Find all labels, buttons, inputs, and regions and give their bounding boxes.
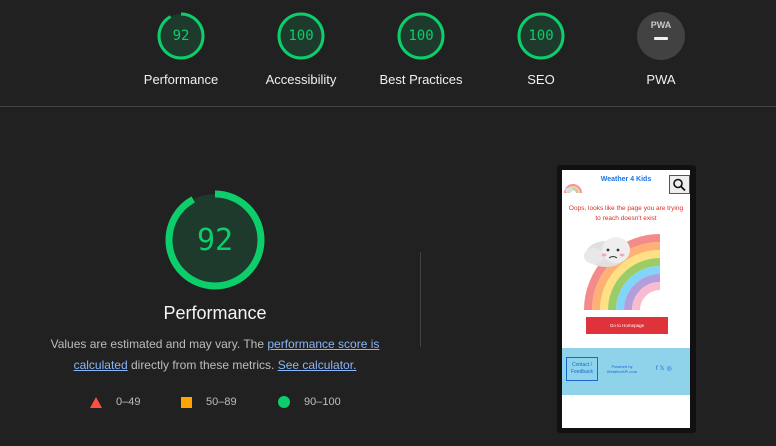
gauge-label-best-practices[interactable]: Best Practices — [361, 72, 481, 87]
gauge-label-seo[interactable]: SEO — [481, 72, 601, 87]
site-title: Weather 4 Kids — [600, 176, 652, 183]
instagram-icon: ◎ — [666, 366, 674, 372]
screenshot-page: Weather 4 Kids Oops, looks like the page… — [562, 170, 690, 428]
powered-by-text: Powered by WeatherAPI.com — [606, 364, 638, 374]
performance-title: Performance — [163, 303, 267, 323]
legend-average-label: 50–89 — [206, 396, 237, 408]
social-links: f𝕏◎ — [656, 365, 674, 372]
legend-pass-label: 90–100 — [304, 396, 341, 408]
search-icon — [673, 178, 686, 192]
best-practices-gauge[interactable]: 100 — [396, 11, 446, 61]
gauge-score: 100 — [528, 28, 554, 44]
screenshot-footer: Contact / Feedback Powered by WeatherAPI… — [562, 348, 690, 395]
sad-cloud-rainbow-illustration — [584, 234, 661, 310]
gauge-score: 92 — [172, 28, 190, 44]
legend-fail-label: 0–49 — [116, 396, 141, 408]
performance-gauge[interactable]: 92 — [156, 11, 206, 61]
gauge-score: 100 — [408, 28, 434, 44]
legend-pass: 90–100 — [278, 396, 341, 408]
square-icon — [181, 396, 192, 408]
gauge-label-pwa[interactable]: PWA — [601, 72, 721, 87]
desc-text: directly from these metrics. — [127, 358, 278, 372]
contact-feedback-button: Contact / Feedback — [566, 357, 598, 381]
performance-score: 92 — [196, 222, 234, 258]
gauge-label-performance[interactable]: Performance — [121, 72, 241, 87]
pwa-badge[interactable]: PWA — [637, 12, 685, 60]
circle-icon — [278, 396, 290, 408]
final-screenshot[interactable]: Weather 4 Kids Oops, looks like the page… — [557, 165, 696, 433]
desc-text: Values are estimated and may vary. The — [50, 337, 268, 351]
performance-description: Values are estimated and may vary. The p… — [40, 334, 390, 376]
legend-average: 50–89 — [181, 396, 237, 408]
search-button — [669, 175, 690, 194]
rainbow-logo-icon — [564, 184, 582, 194]
dash-icon — [654, 37, 668, 40]
score-summary: 92 Performance 100 Accessibility 100 Bes… — [0, 0, 776, 107]
go-to-homepage-button: Go to Homepage — [586, 317, 668, 334]
triangle-icon — [90, 396, 102, 408]
gauge-label-accessibility[interactable]: Accessibility — [241, 72, 361, 87]
seo-gauge[interactable]: 100 — [516, 11, 566, 61]
performance-score-gauge: 92 — [165, 190, 265, 290]
legend-fail: 0–49 — [90, 396, 140, 408]
error-message: Oops, looks like the page you are trying… — [568, 205, 684, 222]
pwa-badge-text: PWA — [650, 20, 672, 30]
gauge-score: 100 — [288, 28, 314, 44]
divider — [420, 252, 421, 347]
accessibility-gauge[interactable]: 100 — [276, 11, 326, 61]
x-icon: 𝕏 — [659, 366, 667, 372]
see-calculator-link[interactable]: See calculator. — [278, 358, 357, 372]
